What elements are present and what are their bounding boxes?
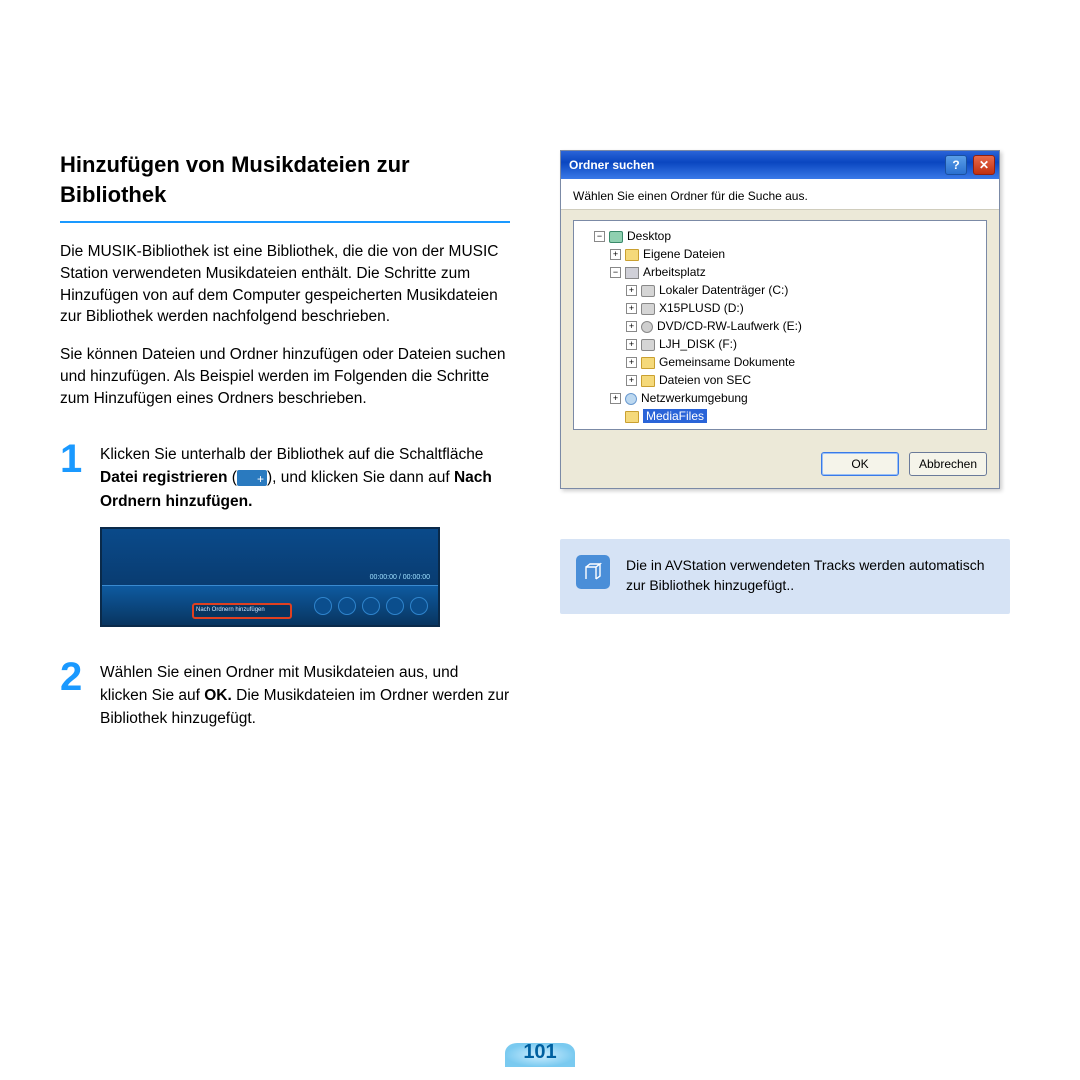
close-button[interactable]: ✕ — [973, 155, 995, 175]
expand-icon[interactable]: + — [626, 357, 637, 368]
player-screenshot: 00:00:00 / 00:00:00 Nach Ordnern hinzufü… — [100, 527, 440, 627]
player-control-icon — [362, 597, 380, 615]
intro-paragraph-1: Die MUSIK-Bibliothek ist eine Bibliothek… — [60, 241, 510, 328]
intro-paragraph-2: Sie können Dateien und Ordner hinzufügen… — [60, 344, 510, 409]
register-file-icon — [237, 470, 267, 486]
tree-node[interactable]: X15PLUSD (D:) — [659, 301, 744, 315]
note-text: Die in AVStation verwendeten Tracks werd… — [626, 555, 992, 596]
step-text-part: ), und klicken Sie dann auf — [267, 469, 454, 486]
tree-node[interactable]: Netzwerkumgebung — [641, 391, 748, 405]
player-timecode: 00:00:00 / 00:00:00 — [370, 574, 430, 581]
step-text: Wählen Sie einen Ordner mit Musikdateien… — [100, 657, 510, 731]
folder-icon — [641, 375, 655, 387]
tree-node[interactable]: Dateien von SEC — [659, 373, 751, 387]
cancel-button[interactable]: Abbrechen — [909, 452, 987, 476]
tree-node[interactable]: Lokaler Datenträger (C:) — [659, 283, 788, 297]
step-number: 2 — [60, 657, 88, 731]
player-control-icon — [386, 597, 404, 615]
page-number: 101 — [505, 1041, 575, 1064]
player-control-icon — [338, 597, 356, 615]
computer-icon — [625, 267, 639, 279]
tree-node-selected[interactable]: MediaFiles — [643, 409, 707, 423]
step-text-part: Klicken Sie unterhalb der Bibliothek auf… — [100, 446, 483, 463]
step-text-bold: Datei registrieren — [100, 469, 228, 486]
tree-node[interactable]: Gemeinsame Dokumente — [659, 355, 795, 369]
drive-icon — [641, 339, 655, 351]
expand-icon[interactable]: + — [610, 393, 621, 404]
tree-node[interactable]: DVD/CD-RW-Laufwerk (E:) — [657, 319, 802, 333]
cd-drive-icon — [641, 321, 653, 333]
folder-tree[interactable]: − Desktop + Eigene Dateien − Arbeitsplatz +… — [573, 220, 987, 430]
note-icon — [576, 555, 610, 589]
step-2: 2 Wählen Sie einen Ordner mit Musikdatei… — [60, 657, 510, 731]
expand-icon[interactable]: + — [610, 249, 621, 260]
dialog-title: Ordner suchen — [569, 158, 654, 172]
tree-node[interactable]: LJH_DISK (F:) — [659, 337, 737, 351]
add-by-folder-label: Nach Ordnern hinzufügen — [196, 607, 265, 613]
expand-icon[interactable]: + — [626, 285, 637, 296]
expand-icon[interactable]: − — [610, 267, 621, 278]
player-control-icon — [410, 597, 428, 615]
ok-button[interactable]: OK — [821, 452, 899, 476]
expand-icon[interactable]: − — [594, 231, 605, 242]
step-text-part: ( — [228, 469, 237, 486]
page-number-badge: 101 — [505, 1043, 575, 1064]
tree-node-desktop[interactable]: Desktop — [627, 229, 671, 243]
tree-node[interactable]: Arbeitsplatz — [643, 265, 706, 279]
page-title: Hinzufügen von Musikdateien zur Biblioth… — [60, 150, 510, 223]
desktop-icon — [609, 231, 623, 243]
tree-node[interactable]: Eigene Dateien — [643, 247, 725, 261]
folder-icon — [625, 249, 639, 261]
expand-icon[interactable]: + — [626, 339, 637, 350]
expand-icon[interactable]: + — [626, 375, 637, 386]
drive-icon — [641, 285, 655, 297]
step-text: Klicken Sie unterhalb der Bibliothek auf… — [100, 439, 510, 513]
help-button[interactable]: ? — [945, 155, 967, 175]
folder-icon — [641, 357, 655, 369]
network-icon — [625, 393, 637, 405]
expand-icon[interactable]: + — [626, 303, 637, 314]
note-box: Die in AVStation verwendeten Tracks werd… — [560, 539, 1010, 614]
step-1: 1 Klicken Sie unterhalb der Bibliothek a… — [60, 439, 510, 513]
drive-icon — [641, 303, 655, 315]
player-control-icon — [314, 597, 332, 615]
dialog-instruction: Wählen Sie einen Ordner für die Suche au… — [561, 179, 999, 210]
add-by-folder-highlight: Nach Ordnern hinzufügen — [192, 603, 292, 619]
folder-browse-dialog: Ordner suchen ? ✕ Wählen Sie einen Ordne… — [560, 150, 1000, 489]
dialog-titlebar: Ordner suchen ? ✕ — [561, 151, 999, 179]
step-number: 1 — [60, 439, 88, 513]
folder-icon — [625, 411, 639, 423]
expand-icon[interactable]: + — [626, 321, 637, 332]
step-text-bold: OK. — [204, 687, 232, 704]
